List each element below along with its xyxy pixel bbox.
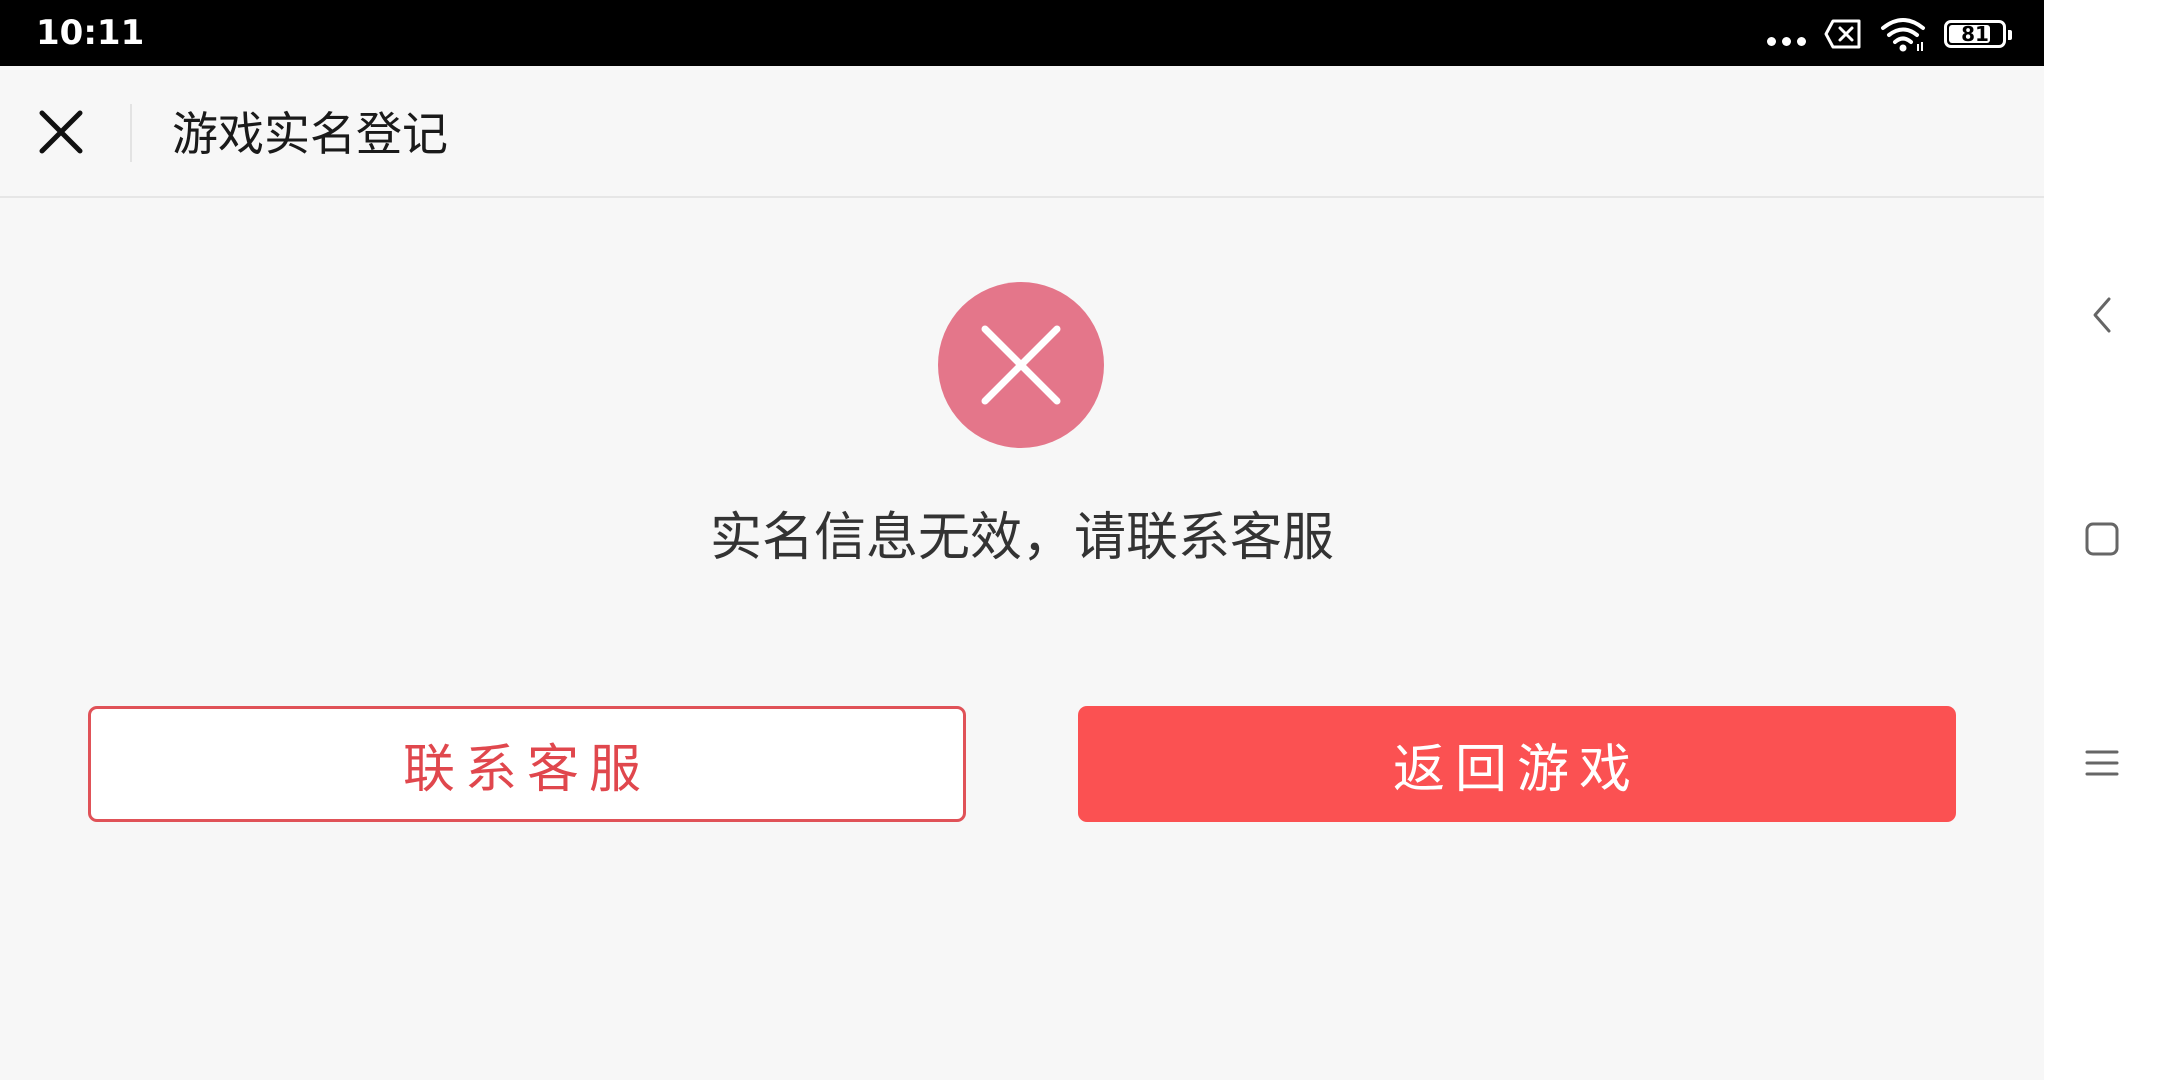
return-to-game-button[interactable]: 返回游戏	[1078, 706, 1956, 822]
error-x-icon	[981, 325, 1061, 405]
menu-lines-icon	[2085, 750, 2119, 776]
contact-support-label: 联系客服	[402, 739, 651, 800]
nav-menu-button[interactable]	[2074, 735, 2130, 791]
more-dots-icon	[1767, 36, 1806, 46]
battery-level: 81	[1961, 22, 1989, 46]
app-header: 游戏实名登记	[0, 66, 2044, 198]
status-icons: 81	[1767, 14, 2012, 54]
sim-error-icon	[1824, 19, 1861, 49]
home-square-icon	[2085, 522, 2119, 556]
back-chevron-icon	[2093, 297, 2111, 333]
status-bar: 10:11 81	[0, 0, 2044, 66]
nav-back-button[interactable]	[2074, 287, 2130, 343]
battery-icon: 81	[1944, 20, 2012, 48]
status-time: 10:11	[36, 13, 145, 53]
app-content: 游戏实名登记 实名信息无效，请联系客服 联系客服 返回游戏	[0, 66, 2044, 1080]
return-to-game-label: 返回游戏	[1392, 739, 1641, 800]
wifi-icon	[1881, 18, 1925, 52]
result-message: 实名信息无效，请联系客服	[709, 508, 1334, 568]
contact-support-button[interactable]: 联系客服	[88, 706, 966, 822]
error-status-circle	[938, 282, 1104, 448]
nav-home-button[interactable]	[2074, 511, 2130, 567]
screen: 10:11 81 游戏实名登记 实名信息无效，请联系客服 联系客服 返回游戏	[0, 0, 2160, 1080]
system-nav-bar	[2044, 0, 2160, 1080]
close-button[interactable]	[30, 101, 92, 163]
close-icon	[39, 110, 83, 154]
page-title: 游戏实名登记	[172, 107, 448, 161]
header-divider	[130, 104, 132, 162]
